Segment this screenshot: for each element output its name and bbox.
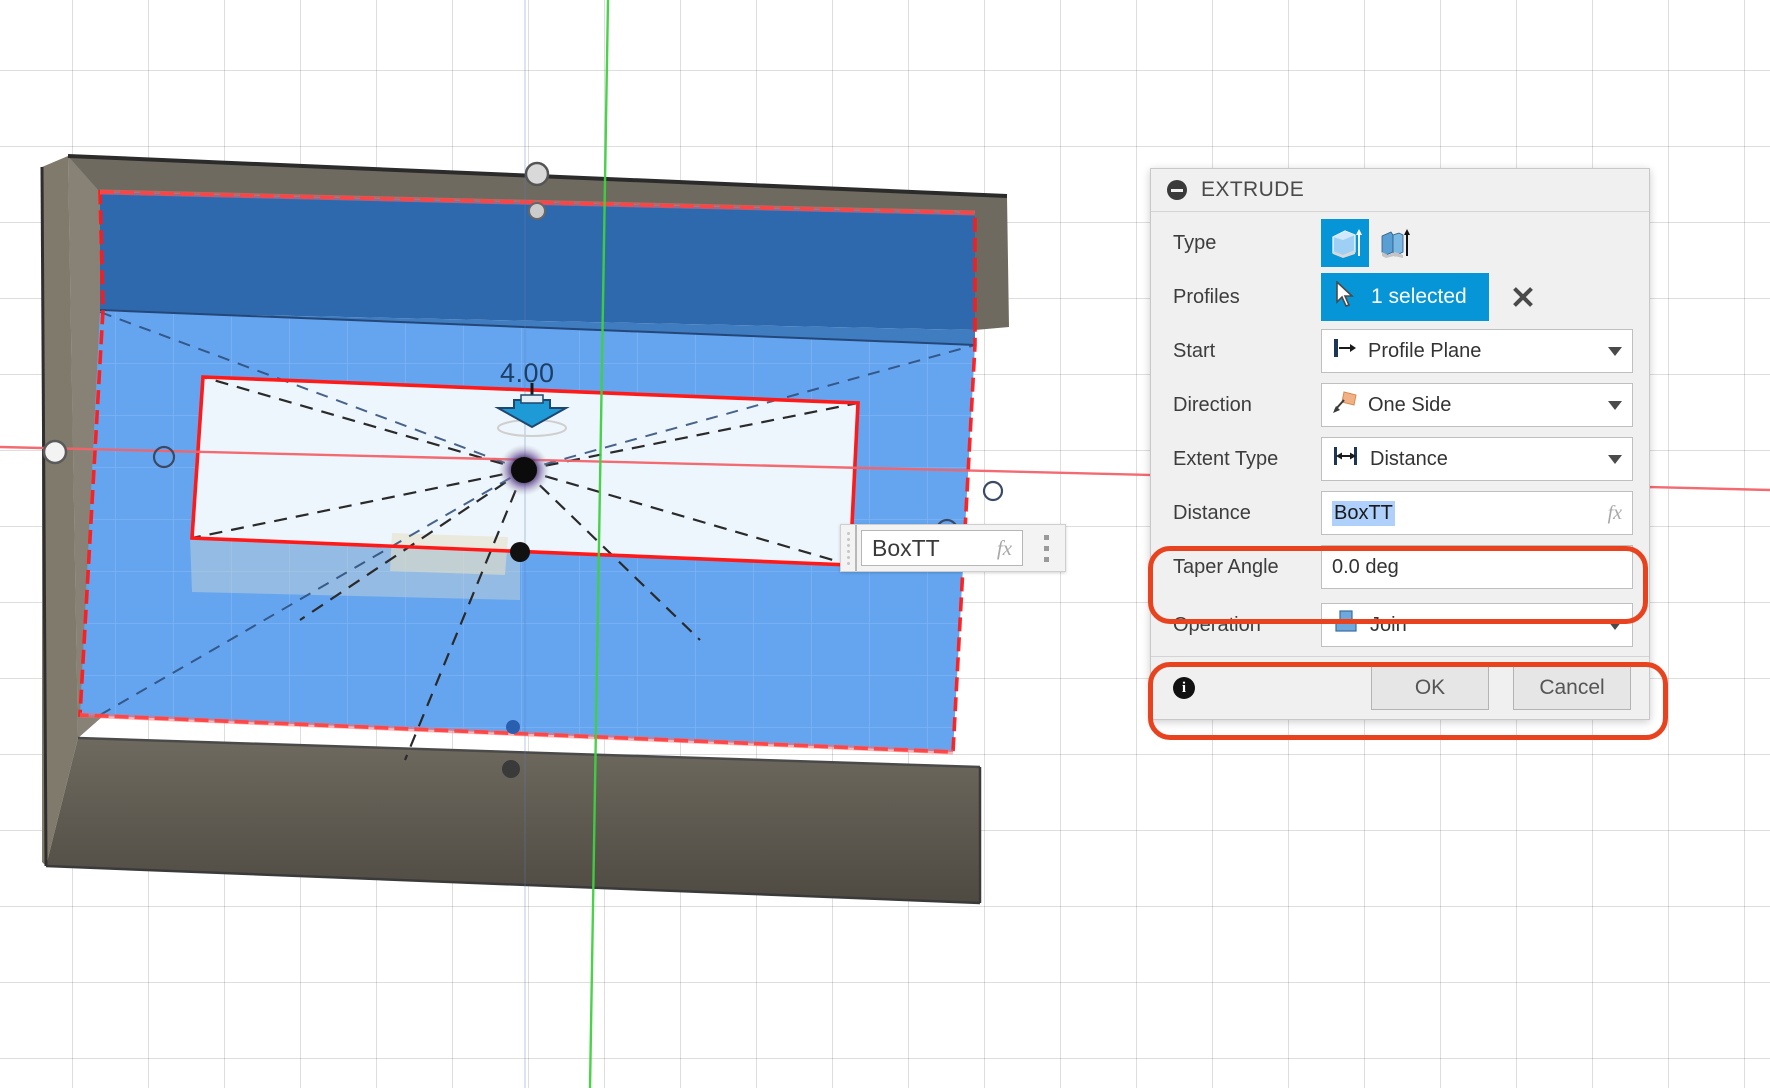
profiles-selection-chip[interactable]: 1 selected xyxy=(1321,273,1489,321)
type-label: Type xyxy=(1173,231,1217,254)
select-cursor-icon xyxy=(1335,280,1357,313)
start-label: Start xyxy=(1173,339,1216,362)
row-extent-type: Extent Type Distance xyxy=(1151,432,1649,486)
dialog-footer: i OK Cancel xyxy=(1151,656,1649,719)
distance-input[interactable]: BoxTT fx xyxy=(1321,491,1633,535)
ok-button[interactable]: OK xyxy=(1371,666,1489,710)
row-direction: Direction One Side xyxy=(1151,378,1649,432)
extent-type-label: Extent Type xyxy=(1173,447,1279,470)
thin-extrude-icon[interactable] xyxy=(1369,219,1417,267)
chevron-down-icon[interactable] xyxy=(1608,400,1622,410)
clear-selection-x-icon[interactable] xyxy=(1511,285,1535,309)
direction-label: Direction xyxy=(1173,393,1252,416)
row-operation: Operation Join xyxy=(1151,594,1649,656)
distance-label: Distance xyxy=(1173,501,1251,524)
dialog-titlebar[interactable]: EXTRUDE xyxy=(1151,169,1649,212)
drag-grip-icon[interactable] xyxy=(841,525,857,571)
dialog-body: Type Profiles 1 selected Start Profile P… xyxy=(1151,212,1649,656)
profiles-label: Profiles xyxy=(1173,285,1240,308)
collapse-icon[interactable] xyxy=(1167,180,1187,200)
operation-value: Join xyxy=(1370,613,1407,636)
row-profiles: Profiles 1 selected xyxy=(1151,270,1649,324)
fx-icon[interactable]: fx xyxy=(997,536,1012,561)
canvas-dimension-input-box[interactable]: BoxTT fx xyxy=(840,524,1066,572)
join-operation-icon xyxy=(1332,609,1360,641)
distance-measure-icon xyxy=(1332,445,1360,473)
chevron-down-icon[interactable] xyxy=(1608,620,1622,630)
start-value: Profile Plane xyxy=(1368,339,1482,362)
taper-angle-input[interactable]: 0.0 deg xyxy=(1321,545,1633,589)
profiles-selected-count: 1 selected xyxy=(1371,285,1467,308)
taper-angle-label: Taper Angle xyxy=(1173,555,1279,578)
direction-combobox[interactable]: One Side xyxy=(1321,383,1633,427)
canvas-distance-input[interactable]: BoxTT fx xyxy=(861,530,1023,566)
start-combobox[interactable]: Profile Plane xyxy=(1321,329,1633,373)
extent-type-value: Distance xyxy=(1370,447,1448,470)
extrude-dimension-label: 4.00 xyxy=(500,358,555,388)
taper-angle-value: 0.0 deg xyxy=(1332,555,1399,578)
row-taper-angle: Taper Angle 0.0 deg xyxy=(1151,540,1649,594)
one-side-icon xyxy=(1332,390,1358,420)
info-icon[interactable]: i xyxy=(1173,677,1195,699)
extent-type-combobox[interactable]: Distance xyxy=(1321,437,1633,481)
operation-label: Operation xyxy=(1173,613,1261,636)
extrude-dialog[interactable]: EXTRUDE Type Profiles 1 selected Start P… xyxy=(1150,168,1650,720)
row-start: Start Profile Plane xyxy=(1151,324,1649,378)
fx-icon[interactable]: fx xyxy=(1608,502,1622,525)
operation-combobox[interactable]: Join xyxy=(1321,603,1633,647)
row-distance: Distance BoxTT fx xyxy=(1151,486,1649,540)
dialog-title: EXTRUDE xyxy=(1201,178,1305,201)
row-type: Type xyxy=(1151,216,1649,270)
more-options-icon[interactable] xyxy=(1027,525,1065,571)
cancel-button[interactable]: Cancel xyxy=(1513,666,1631,710)
solid-extrude-icon[interactable] xyxy=(1321,219,1369,267)
profile-plane-icon xyxy=(1332,337,1358,365)
canvas-distance-value: BoxTT xyxy=(872,534,940,561)
distance-value: BoxTT xyxy=(1332,500,1395,526)
direction-value: One Side xyxy=(1368,393,1452,416)
chevron-down-icon[interactable] xyxy=(1608,454,1622,464)
chevron-down-icon[interactable] xyxy=(1608,346,1622,356)
